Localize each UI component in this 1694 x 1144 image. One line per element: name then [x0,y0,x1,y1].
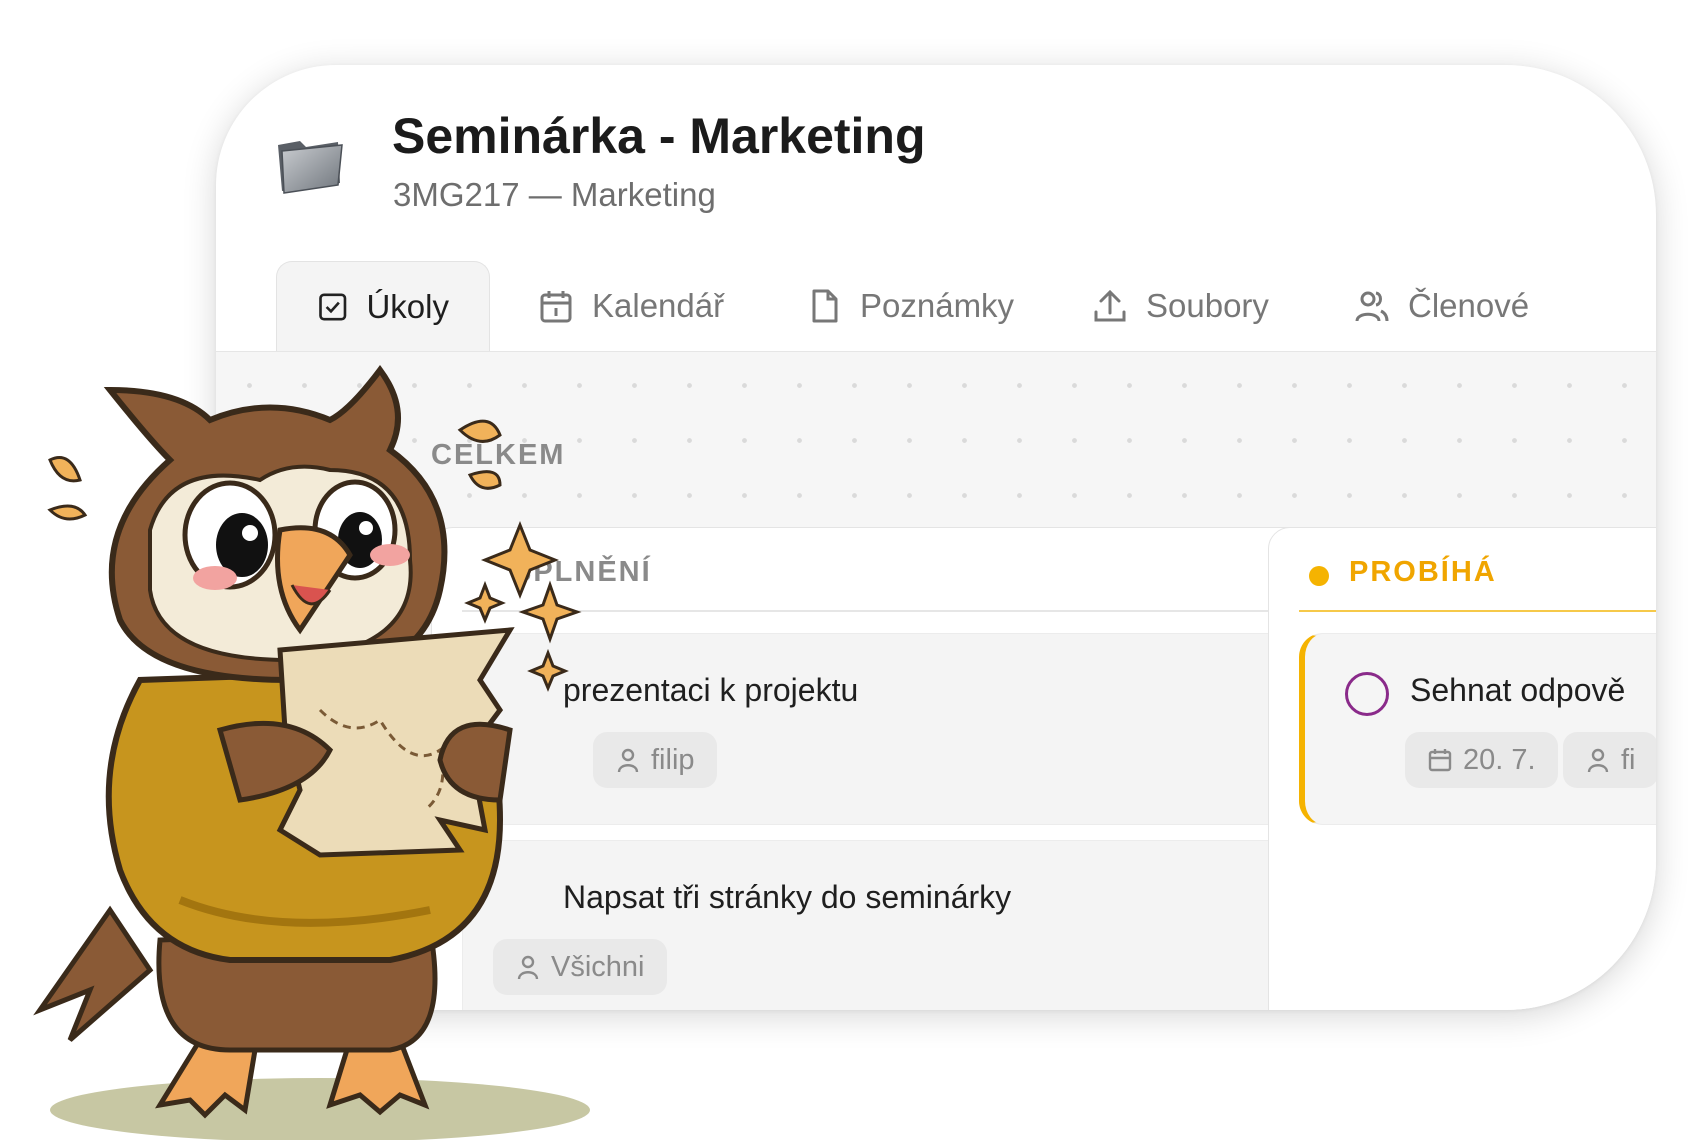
status-dot [1309,566,1329,586]
document-icon [812,289,838,323]
tab-label: Členové [1408,287,1530,324]
column-header: PROBÍHÁ [1299,528,1656,612]
tab-poznamky[interactable]: Poznámky [806,261,1014,351]
project-header: Seminárka - Marketing 3MG217 — Marketing [216,65,1656,275]
tab-clenove[interactable]: Členové [1354,261,1529,351]
folder-icon [278,141,343,194]
task-title: prezentaci k projektu [563,672,859,708]
assignee-chip[interactable]: fi [1563,732,1656,788]
calendar-icon [1428,749,1452,772]
column-in-progress: PROBÍHÁ Sehnat odpově 20. 7. fi [1268,527,1656,1010]
page-subtitle: 3MG217 — Marketing [393,176,716,213]
task-complete-toggle[interactable] [1345,672,1389,716]
user-icon [617,748,639,773]
task-card[interactable]: Sehnat odpově 20. 7. fi [1299,633,1656,825]
due-date-chip[interactable]: 20. 7. [1405,732,1558,788]
owl-mascot-illustration [33,364,590,1140]
tab-label: Soubory [1146,287,1269,324]
upload-icon [1094,289,1126,322]
users-icon [1355,291,1389,322]
tab-bar: Úkoly Kalendář Poznámky Soubory Členové [276,261,1656,351]
user-icon [1587,748,1609,773]
assignee-name: filip [651,743,695,776]
task-title: Napsat tři stránky do seminárky [563,879,1012,915]
tab-label: Kalendář [592,287,725,324]
column-title: PROBÍHÁ [1349,556,1497,588]
calendar-icon [540,291,572,323]
page-title: Seminárka - Marketing [392,108,926,164]
tab-label: Poznámky [860,287,1015,324]
tab-label: Úkoly [366,287,449,325]
task-title: Sehnat odpově [1410,672,1626,708]
tab-soubory[interactable]: Soubory [1092,261,1269,351]
assignee-chip[interactable]: filip [593,732,717,788]
checkbox-icon [319,292,347,321]
assignee-name: fi [1621,743,1636,776]
tab-ukoly[interactable]: Úkoly [276,261,490,351]
tab-kalendar[interactable]: Kalendář [538,261,724,351]
due-date: 20. 7. [1463,743,1536,776]
